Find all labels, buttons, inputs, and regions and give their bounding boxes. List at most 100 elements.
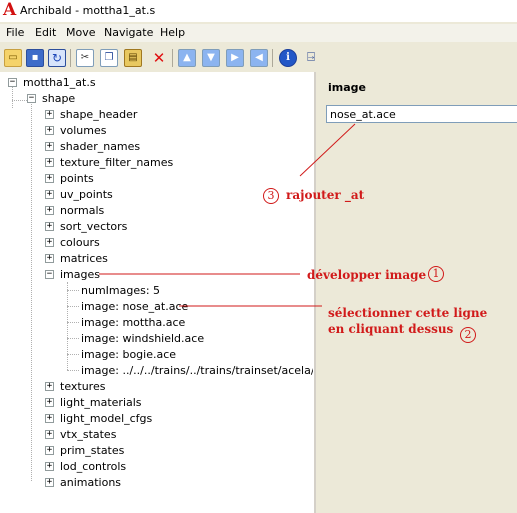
tree-node[interactable]: + normals [45, 202, 104, 218]
exit-icon[interactable]: ⍈ [302, 49, 320, 67]
tree-node[interactable]: + lod_controls [45, 458, 126, 474]
menu-file[interactable]: File [6, 26, 24, 39]
tree-node-label: matrices [60, 251, 108, 265]
tree-node-label: animations [60, 475, 122, 489]
tree-node-label: shader_names [60, 139, 141, 153]
expand-icon[interactable]: + [45, 157, 54, 167]
expand-icon[interactable]: + [45, 109, 54, 119]
expand-icon[interactable]: + [45, 445, 54, 455]
tree-node[interactable]: + matrices [45, 250, 108, 266]
tree-leaf[interactable]: image: mottha.ace [81, 314, 185, 330]
tree-node-label: points [60, 171, 94, 185]
tree-node-label: textures [60, 379, 106, 393]
expand-icon[interactable]: + [45, 413, 54, 423]
collapse-icon[interactable]: − [27, 93, 36, 103]
open-icon[interactable]: ▭ [4, 49, 22, 67]
tree-leaf-label: image: bogie.ace [81, 347, 177, 361]
annotation-2-line2: en cliquant dessus [328, 322, 454, 336]
tree-leaf[interactable]: image: ../../../trains/../trains/trainse… [81, 362, 313, 378]
annotation-2-line1: sélectionner cette ligne [328, 306, 488, 320]
image-name-input[interactable] [326, 105, 517, 123]
move-right-icon[interactable]: ▶ [226, 49, 244, 67]
tree-root[interactable]: − mottha1_at.s [8, 74, 96, 90]
expand-icon[interactable]: + [45, 477, 54, 487]
tree-root-label: mottha1_at.s [23, 75, 96, 89]
tree-node[interactable]: + animations [45, 474, 121, 490]
tree-node-label: vtx_states [60, 427, 117, 441]
expand-icon[interactable]: + [45, 205, 54, 215]
tree-leaf-label: image: nose_at.ace [81, 299, 189, 313]
tree-node-label: light_model_cfgs [60, 411, 153, 425]
paste-icon[interactable]: ▤ [124, 49, 142, 67]
copy-icon[interactable]: ❐ [100, 49, 118, 67]
tree-leaf[interactable]: numImages: 5 [81, 282, 160, 298]
tree-node[interactable]: + sort_vectors [45, 218, 127, 234]
tree-node-label: lod_controls [60, 459, 127, 473]
collapse-icon[interactable]: − [8, 77, 17, 87]
expand-icon[interactable]: + [45, 253, 54, 263]
tree-node-label: normals [60, 203, 105, 217]
tree-node[interactable]: + points [45, 170, 94, 186]
collapse-icon[interactable]: − [45, 269, 54, 279]
tree-leaf-nose-at[interactable]: image: nose_at.ace [81, 298, 188, 314]
refresh-icon[interactable]: ↻ [48, 49, 66, 67]
tree-node[interactable]: + shader_names [45, 138, 140, 154]
tree-leaf-label: numImages: 5 [81, 283, 161, 297]
toolbar: ▭ ▪ ↻ ✂ ❐ ▤ ✕ ▲ ▼ ▶ ◀ i ⍈ [0, 44, 517, 73]
save-icon[interactable]: ▪ [26, 49, 44, 67]
menu-edit[interactable]: Edit [35, 26, 56, 39]
tree-node-label: colours [60, 235, 100, 249]
menu-navigate[interactable]: Navigate [104, 26, 153, 39]
tree-node[interactable]: + light_materials [45, 394, 142, 410]
title-bar: A Archibald - mottha1_at.s [0, 0, 517, 22]
tree-leaf[interactable]: image: windshield.ace [81, 330, 204, 346]
window-title: Archibald - mottha1_at.s [20, 4, 156, 17]
tree-node[interactable]: + textures [45, 378, 105, 394]
expand-icon[interactable]: + [45, 125, 54, 135]
expand-icon[interactable]: + [45, 461, 54, 471]
tree-node[interactable]: + vtx_states [45, 426, 116, 442]
move-up-icon[interactable]: ▲ [178, 49, 196, 67]
move-down-icon[interactable]: ▼ [202, 49, 220, 67]
tree-node-label: light_materials [60, 395, 142, 409]
tree-node[interactable]: + volumes [45, 122, 106, 138]
annotation-1-number: 1 [428, 266, 444, 282]
expand-icon[interactable]: + [45, 381, 54, 391]
tree-node[interactable]: + texture_filter_names [45, 154, 173, 170]
tree-node[interactable]: + light_model_cfgs [45, 410, 152, 426]
tree-view[interactable]: − mottha1_at.s − shape + shape_header + vo… [0, 72, 316, 513]
property-label: image [328, 81, 366, 94]
annotation-2-number: 2 [460, 327, 476, 343]
info-icon[interactable]: i [279, 49, 297, 67]
expand-icon[interactable]: + [45, 237, 54, 247]
expand-icon[interactable]: + [45, 173, 54, 183]
tree-node-label: images [60, 267, 100, 281]
tree-node-images[interactable]: − images [45, 266, 100, 282]
expand-icon[interactable]: + [45, 429, 54, 439]
menu-bar: File Edit Move Navigate Help [0, 24, 517, 42]
expand-icon[interactable]: + [45, 397, 54, 407]
menu-help[interactable]: Help [160, 26, 185, 39]
app-logo: A [3, 0, 17, 20]
tree-node-label: shape [42, 91, 76, 105]
tree-leaf[interactable]: image: bogie.ace [81, 346, 176, 362]
annotation-3-text: rajouter _at [286, 188, 365, 202]
expand-icon[interactable]: + [45, 141, 54, 151]
expand-icon[interactable]: + [45, 189, 54, 199]
expand-icon[interactable]: + [45, 221, 54, 231]
tree-node-label: texture_filter_names [60, 155, 174, 169]
tree-node[interactable]: + uv_points [45, 186, 113, 202]
tree-leaf-label: image: mottha.ace [81, 315, 186, 329]
tree-node-label: sort_vectors [60, 219, 128, 233]
tree-node-label: prim_states [60, 443, 125, 457]
tree-node-shape[interactable]: − shape [27, 90, 75, 106]
tree-node[interactable]: + colours [45, 234, 100, 250]
tree-node[interactable]: + prim_states [45, 442, 124, 458]
menu-move[interactable]: Move [66, 26, 96, 39]
tree-leaf-label: image: windshield.ace [81, 331, 205, 345]
cut-icon[interactable]: ✂ [76, 49, 94, 67]
delete-icon[interactable]: ✕ [150, 49, 168, 67]
annotation-3-number: 3 [263, 188, 279, 204]
move-left-icon[interactable]: ◀ [250, 49, 268, 67]
tree-node[interactable]: + shape_header [45, 106, 137, 122]
